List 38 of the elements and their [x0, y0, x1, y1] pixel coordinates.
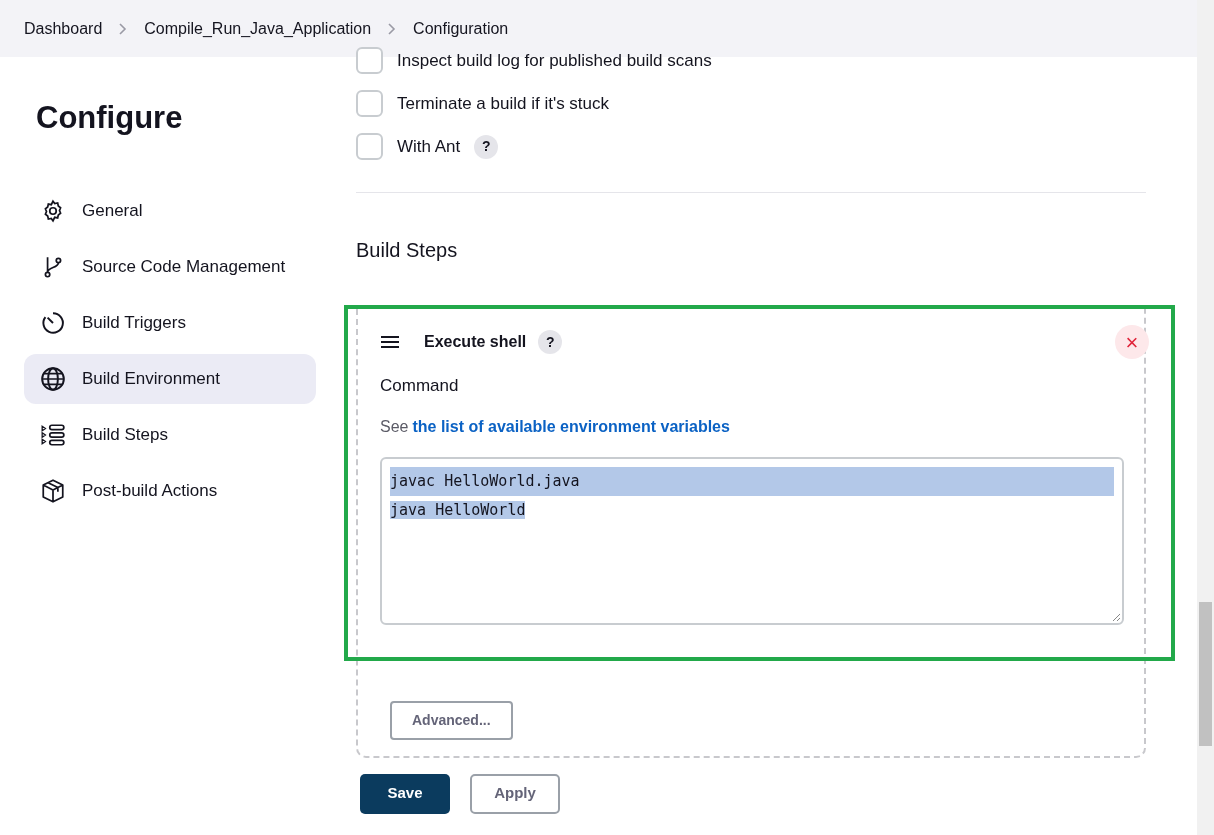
section-title: Build Steps [356, 238, 459, 263]
hint-text: See [380, 416, 409, 437]
checkbox-label: Inspect build log for published build scans [397, 49, 712, 72]
command-label: Command [380, 375, 460, 397]
breadcrumb-link[interactable]: Dashboard [24, 16, 103, 41]
apply-button[interactable]: Apply [470, 773, 560, 814]
breadcrumb-current[interactable]: Configuration [413, 16, 509, 41]
sidebar-item[interactable]: Post-build Actions [24, 465, 316, 516]
checkbox[interactable] [356, 47, 383, 74]
drag-handle-icon[interactable] [380, 335, 400, 349]
timer-icon [40, 309, 66, 336]
scrollbar[interactable] [1197, 0, 1214, 835]
sidebar-item[interactable]: Build Triggers [24, 297, 316, 348]
advanced-button[interactable]: Advanced... [390, 700, 513, 740]
checkbox-label: Terminate a build if it's stuck [397, 92, 610, 115]
scrollbar-thumb[interactable] [1199, 602, 1212, 746]
package-icon [40, 477, 66, 504]
help-button[interactable]: ? [538, 330, 563, 354]
sidebar-item[interactable]: Build Steps [24, 409, 316, 460]
sidebar-item[interactable]: Source Code Management [24, 241, 316, 292]
globe-icon [40, 365, 66, 392]
page-title: Configure [36, 99, 184, 137]
chevron-icon [118, 21, 129, 36]
command-field[interactable]: javac HelloWorld.java java HelloWorld [380, 456, 1124, 625]
environment-variables-link[interactable]: the list of available environment variables [412, 414, 730, 439]
checkbox[interactable] [356, 133, 383, 160]
checkbox-label: With Ant [397, 135, 461, 158]
breadcrumb-link[interactable]: Compile_Run_Java_Application [144, 16, 372, 41]
resize-handle-icon[interactable] [1112, 612, 1120, 621]
help-button[interactable]: ? [474, 134, 499, 159]
close-button[interactable]: × [1115, 325, 1149, 359]
sidebar-item[interactable]: General [24, 185, 316, 236]
chevron-icon [387, 21, 398, 36]
checkbox[interactable] [356, 90, 383, 117]
list-icon [40, 421, 66, 448]
sidebar-item[interactable]: Build Environment [24, 353, 316, 404]
step-title: Execute shell [424, 332, 527, 352]
save-button[interactable]: Save [360, 773, 450, 814]
